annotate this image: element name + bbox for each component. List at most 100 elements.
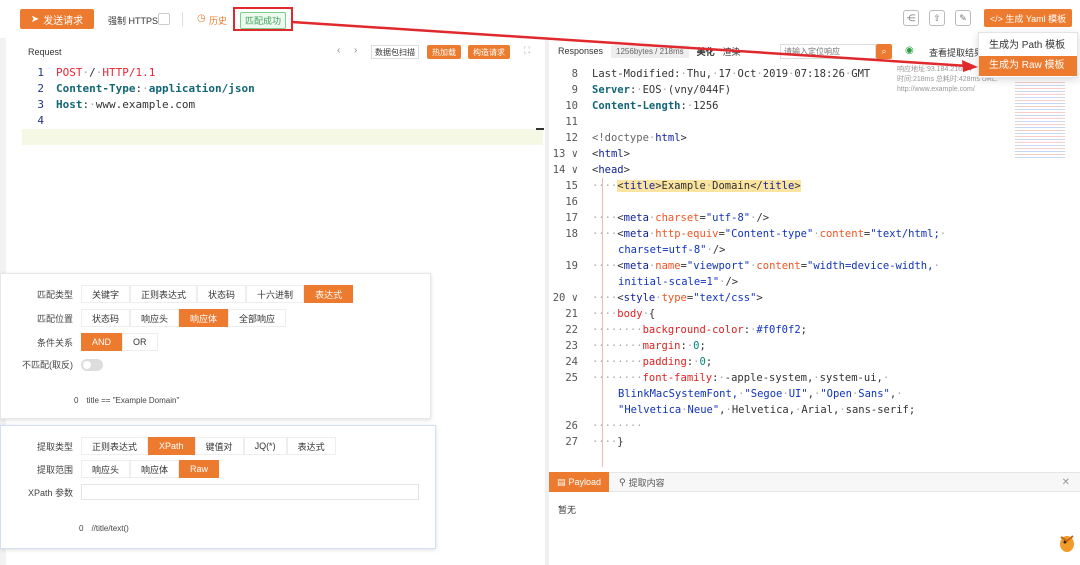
response-code-line: 8 Last-Modified:·Thu,·17·Oct·2019·07:18:2… [571, 68, 871, 80]
hot-load-button[interactable]: 热加载 [427, 45, 461, 59]
extract-type-expression[interactable]: 表达式 [286, 437, 336, 455]
export-icon[interactable]: ⇧ [929, 10, 945, 26]
divider [182, 12, 183, 26]
response-code-line: initial-scale=1"·/> [618, 276, 739, 288]
match-type-status[interactable]: 状态码 [197, 285, 247, 303]
condition-and[interactable]: AND [81, 333, 123, 351]
response-code-line: 16 [565, 196, 578, 208]
negate-toggle[interactable] [81, 358, 103, 371]
beautify-toggle[interactable]: 美化 [697, 45, 715, 58]
payload-empty: 暂无 [558, 505, 577, 515]
template-dropdown: 生成为 Path 模板 生成为 Raw 模板 [978, 32, 1078, 78]
match-type-regex[interactable]: 正则表达式 [130, 285, 198, 303]
prev-icon[interactable]: ‹ [337, 45, 340, 56]
response-editor[interactable]: 8 Last-Modified:·Thu,·17·Oct·2019·07:18:2… [552, 62, 1012, 467]
request-code-line: 3 Host:·www.example.com [37, 98, 196, 111]
response-code-line: 9 Server:·EOS·(vny/044F) [571, 84, 732, 96]
payload-tab[interactable]: ▤ Payload [549, 472, 610, 492]
indent-guide [602, 178, 603, 467]
response-code-line: 19 ····<meta·name="viewport"·content="wid… [565, 260, 940, 272]
match-rule-panel: 匹配类型 关键字 正则表达式 状态码 十六进制 表达式 匹配位置 状态码 响应头… [0, 273, 431, 419]
match-status-badge: 匹配成功 [240, 12, 287, 29]
current-line-highlight [22, 129, 543, 145]
search-icon[interactable]: ⌕ [876, 44, 892, 59]
mascot-icon [1058, 532, 1076, 554]
response-code-line: 22 ········background-color:·#f0f0f2; [565, 324, 807, 336]
response-code-line: 23 ········margin:·0; [565, 340, 706, 352]
extract-rule-text: //title/text() [91, 524, 129, 533]
match-pos-body[interactable]: 响应体 [179, 309, 229, 327]
close-icon[interactable]: ✕ [1062, 477, 1070, 488]
render-toggle[interactable]: 渲染 [723, 45, 741, 58]
generate-raw-template[interactable]: 生成为 Raw 模板 [979, 56, 1077, 76]
extract-range-raw[interactable]: Raw [179, 460, 220, 478]
edit-icon[interactable]: ✎ [955, 10, 971, 26]
top-toolbar: ➤ 发送请求 强制 HTTPS ◷ 历史 匹配成功 ⋲ ⇧ ✎ </> 生成 Y… [0, 0, 1080, 38]
xpath-param-input[interactable] [81, 484, 419, 500]
chrome-icon[interactable]: ◉ [905, 45, 914, 56]
extract-content-tab[interactable]: ⚲ 提取内容 [609, 476, 675, 489]
extract-icon: ⚲ [619, 476, 626, 487]
force-https-checkbox[interactable] [158, 13, 170, 25]
view-extract-link[interactable]: 查看提取结果 [929, 46, 983, 59]
extract-range-body[interactable]: 响应体 [130, 460, 180, 478]
xpath-param-row: XPath 参数 [1, 484, 419, 500]
response-size: 1256bytes / 218ms [611, 44, 689, 58]
history-link[interactable]: 历史 [209, 14, 227, 27]
extract-range-row: 提取范围 响应头 响应体 Raw [1, 460, 220, 478]
response-code-line: 26 ········ [565, 420, 643, 432]
extract-type-row: 提取类型 正则表达式 XPath 键值对 JQ(*) 表达式 [1, 437, 336, 455]
extract-type-xpath[interactable]: XPath [148, 437, 195, 455]
request-code-line: 1 POST·/·HTTP/1.1 [37, 66, 156, 79]
request-code-line: 4 [37, 114, 44, 127]
response-code-line: 21 ····body·{ [565, 308, 656, 320]
match-pos-all[interactable]: 全部响应 [228, 309, 287, 327]
extract-rule-item[interactable]: 0 //title/text() [79, 524, 129, 533]
extract-type-kv[interactable]: 键值对 [194, 437, 244, 455]
send-icon: ➤ [30, 13, 40, 25]
response-code-line: 14 ∨ <head> [552, 164, 630, 176]
request-header: Request [28, 42, 543, 62]
send-request-button[interactable]: ➤ 发送请求 [20, 9, 94, 29]
match-rule-item[interactable]: 0 title == "Example Domain" [74, 396, 179, 405]
response-code-line: "Helvetica·Neue",·Helvetica,·Arial,·sans… [618, 404, 916, 416]
negate-row: 不匹配(取反) [1, 358, 103, 371]
response-code-line: 10 Content-Length:·1256 [565, 100, 719, 112]
request-title: Request [28, 47, 62, 57]
match-type-keyword[interactable]: 关键字 [81, 285, 131, 303]
response-code-line: 11 [565, 116, 578, 128]
generate-path-template[interactable]: 生成为 Path 模板 [979, 36, 1077, 56]
fullscreen-icon[interactable]: ⛶ [524, 45, 530, 56]
code-minimap[interactable] [1015, 80, 1065, 160]
response-code-line: BlinkMacSystemFont,·"Segoe·UI",·"Open·Sa… [618, 388, 903, 400]
extract-type-regex[interactable]: 正则表达式 [81, 437, 149, 455]
packet-scan-button[interactable]: 数据包扫描 [371, 45, 419, 59]
match-type-hex[interactable]: 十六进制 [246, 285, 305, 303]
generate-yaml-button[interactable]: </> 生成 Yaml 模板 [984, 9, 1072, 27]
match-pos-row: 匹配位置 状态码 响应头 响应体 全部响应 [1, 309, 287, 327]
response-code-line: 12 <!doctype·html> [565, 132, 687, 144]
response-search-input[interactable] [780, 44, 876, 59]
condition-or[interactable]: OR [122, 333, 158, 351]
force-https-label: 强制 HTTPS [108, 16, 159, 26]
payload-tabs: ▤ Payload ⚲ 提取内容 ✕ [549, 472, 1080, 492]
request-code-line: 2 Content-Type:·application/json [37, 82, 255, 95]
match-pos-header[interactable]: 响应头 [130, 309, 180, 327]
response-code-line: 25 ········font-family:·-apple-system,·sy… [565, 372, 890, 384]
response-tab[interactable]: Responses [558, 46, 603, 56]
history-icon: ◷ [197, 13, 206, 24]
match-pos-status[interactable]: 状态码 [81, 309, 131, 327]
response-code-line: 24 ········padding:·0; [565, 356, 713, 368]
build-request-button[interactable]: 构造请求 [468, 45, 510, 59]
response-code-line: charset=utf-8"·/> [618, 244, 726, 256]
extract-range-header[interactable]: 响应头 [81, 460, 131, 478]
scroll-marker [536, 128, 544, 130]
match-type-row: 匹配类型 关键字 正则表达式 状态码 十六进制 表达式 [1, 285, 354, 303]
next-icon[interactable]: › [354, 45, 357, 56]
condition-row: 条件关系 AND OR [1, 333, 158, 351]
share-icon[interactable]: ⋲ [903, 10, 919, 26]
response-code-line: 15 ····<title>Example·Domain</title> [565, 180, 801, 192]
request-editor[interactable]: 1 POST·/·HTTP/1.1 2 Content-Type:·applicati… [22, 62, 543, 272]
match-type-expression[interactable]: 表达式 [304, 285, 354, 303]
extract-type-jq[interactable]: JQ(*) [243, 437, 287, 455]
